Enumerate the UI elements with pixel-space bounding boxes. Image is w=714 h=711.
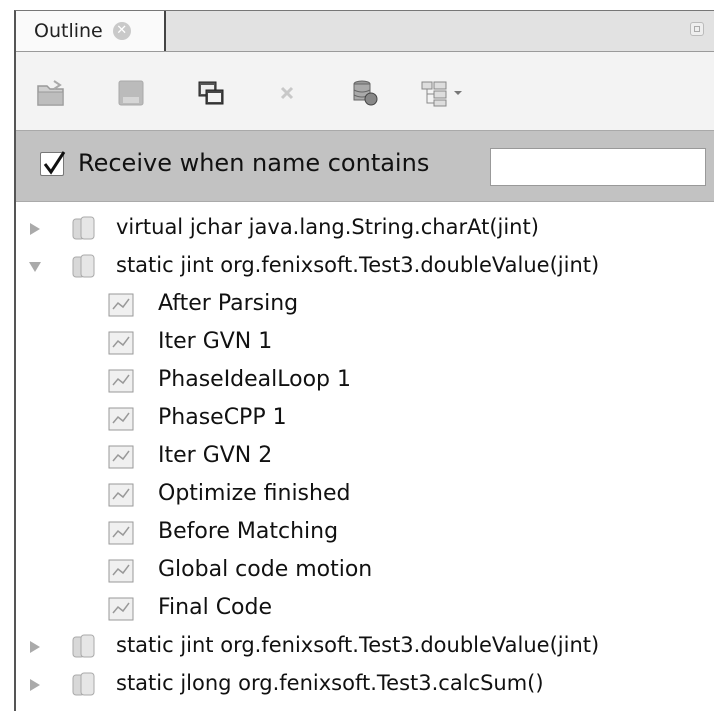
tree-child-label: Iter GVN 1 <box>158 329 273 354</box>
checkmark-icon <box>43 151 66 175</box>
receive-filter-checkbox[interactable] <box>40 151 66 176</box>
tab-strip: Outline ✕ <box>16 11 714 52</box>
collapse-arrow-icon[interactable] <box>28 260 42 274</box>
maximize-icon[interactable] <box>690 22 704 36</box>
graph-node-icon <box>108 483 134 507</box>
graph-node-icon <box>108 331 134 355</box>
graph-node-icon <box>108 293 134 317</box>
tree-child-label: After Parsing <box>158 291 299 316</box>
tree-group-label: static jint org.fenixsoft.Test3.doubleVa… <box>116 633 600 657</box>
name-filter-input[interactable] <box>490 148 706 186</box>
tab-label: Outline <box>34 20 103 42</box>
tree-child-label: PhaseCPP 1 <box>158 405 287 430</box>
tree-child-label: Iter GVN 2 <box>158 443 273 468</box>
tree-child-label: Before Matching <box>158 519 339 544</box>
tree-group-label: virtual jchar java.lang.String.charAt(ji… <box>116 215 539 239</box>
expand-arrow-icon[interactable] <box>28 222 42 236</box>
method-node-icon <box>70 253 98 281</box>
filter-bar: Receive when name contains <box>16 130 714 202</box>
method-node-icon <box>70 671 98 699</box>
tree-child-label: Optimize finished <box>158 481 351 506</box>
open-folder-icon[interactable] <box>36 78 66 108</box>
save-disabled-icon[interactable] <box>116 78 146 108</box>
hierarchy-dropdown-icon[interactable] <box>420 78 472 108</box>
method-node-icon <box>70 633 98 661</box>
graph-node-icon <box>108 521 134 545</box>
tab-outline[interactable]: Outline ✕ <box>16 11 166 51</box>
graph-node-icon <box>108 445 134 469</box>
outline-panel: Outline ✕ Receive when name contains vir… <box>14 10 714 711</box>
database-icon[interactable] <box>350 78 380 108</box>
toolbar <box>16 52 714 130</box>
close-icon[interactable]: ✕ <box>112 22 131 40</box>
graph-node-icon <box>108 559 134 583</box>
graph-node-icon <box>108 369 134 393</box>
filter-label: Receive when name contains <box>78 149 430 177</box>
remove-icon[interactable] <box>272 78 302 108</box>
tree-child-label: Final Code <box>158 595 273 620</box>
graph-node-icon <box>108 407 134 431</box>
graph-node-icon <box>108 597 134 621</box>
tree-group-label: static jint org.fenixsoft.Test3.doubleVa… <box>116 253 600 277</box>
tree-group-label: static jlong org.fenixsoft.Test3.calcSum… <box>116 671 544 695</box>
tree-child-label: PhaseIdealLoop 1 <box>158 367 352 392</box>
method-node-icon <box>70 215 98 243</box>
copy-windows-icon[interactable] <box>196 78 226 108</box>
expand-arrow-icon[interactable] <box>28 640 42 654</box>
expand-arrow-icon[interactable] <box>28 678 42 692</box>
tree-child-label: Global code motion <box>158 557 373 582</box>
